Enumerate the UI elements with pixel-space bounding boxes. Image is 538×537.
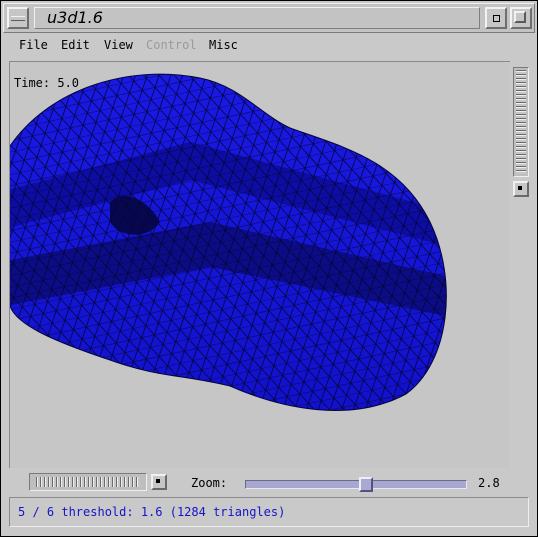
3d-viewport[interactable]: Time: 5.0 (9, 61, 510, 468)
maximize-icon (514, 11, 526, 23)
app-window: u3d1.6 File Edit View Control Misc Time:… (0, 0, 538, 537)
window-title: u3d1.6 (34, 7, 480, 29)
mesh-surface (10, 73, 447, 411)
minimize-icon (493, 15, 500, 22)
horizontal-scroll-thumb[interactable] (36, 477, 140, 487)
zoom-slider[interactable] (245, 477, 467, 492)
reset-icon (156, 479, 160, 483)
zoom-value: 2.8 (478, 476, 500, 490)
vertical-scroll-thumb[interactable] (516, 70, 526, 174)
window-menu-icon (11, 16, 25, 21)
vertical-scrollbar[interactable] (513, 67, 529, 177)
status-text: 5 / 6 threshold: 1.6 (1284 triangles) (18, 505, 286, 519)
vertical-reset-button[interactable] (513, 181, 529, 197)
menu-file[interactable]: File (19, 38, 48, 52)
menu-control[interactable]: Control (146, 38, 197, 52)
menu-bar: File Edit View Control Misc (9, 35, 529, 57)
menu-misc[interactable]: Misc (209, 38, 238, 52)
minimize-button[interactable] (485, 7, 507, 29)
time-label: Time: 5.0 (14, 76, 80, 90)
menu-view[interactable]: View (104, 38, 133, 52)
maximize-button[interactable] (510, 7, 532, 29)
title-bar: u3d1.6 (3, 3, 535, 33)
zoom-slider-thumb[interactable] (359, 477, 373, 492)
horizontal-scrollbar[interactable] (29, 473, 147, 491)
menu-edit[interactable]: Edit (61, 38, 90, 52)
reset-icon (518, 186, 522, 190)
zoom-label: Zoom: (191, 476, 228, 490)
window-menu-button[interactable] (7, 7, 29, 29)
horizontal-reset-button[interactable] (151, 474, 167, 490)
status-bar: 5 / 6 threshold: 1.6 (1284 triangles) (9, 497, 529, 527)
